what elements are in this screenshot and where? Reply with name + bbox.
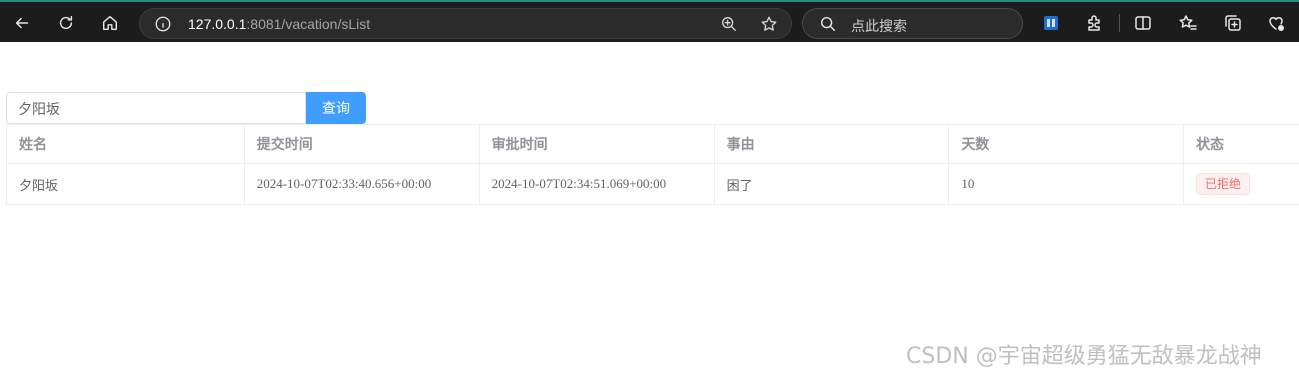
url-host: 127.0.0.1 [188, 16, 247, 32]
address-bar[interactable]: 127.0.0.1:8081/vacation/sList [139, 8, 792, 39]
toolbar-divider [1119, 14, 1120, 32]
csdn-watermark: CSDN @宇宙超级勇猛无敌暴龙战神 [906, 344, 1262, 369]
reader-icon [1044, 16, 1058, 30]
status-badge: 已拒绝 [1196, 173, 1251, 195]
reader-extension-button[interactable] [1041, 13, 1061, 33]
split-screen-button[interactable] [1133, 13, 1153, 33]
cell-days: 10 [948, 163, 1185, 205]
info-icon[interactable] [154, 15, 172, 33]
header-reason: 事由 [713, 124, 950, 164]
url-path: :8081/vacation/sList [246, 16, 371, 32]
arrow-left-icon [15, 17, 29, 29]
heart-pulse-icon [1269, 17, 1284, 31]
table-header-row: 姓名 提交时间 审批时间 事由 天数 状态 [6, 124, 1299, 164]
header-days: 天数 [948, 124, 1185, 164]
cell-name: 夕阳坂 [6, 163, 245, 205]
page-top-edge [0, 42, 1299, 48]
vacation-table: 姓名 提交时间 审批时间 事由 天数 状态 夕阳坂 2024-10-07T02:… [6, 124, 1299, 205]
cell-submit-time: 2024-10-07T02:33:40.656+00:00 [243, 163, 480, 205]
header-approve-time: 审批时间 [478, 124, 715, 164]
extensions-button[interactable] [1085, 13, 1105, 33]
home-button[interactable] [95, 8, 125, 38]
url-text[interactable]: 127.0.0.1:8081/vacation/sList [188, 16, 370, 32]
puzzle-icon [1088, 15, 1100, 31]
cell-approve-time: 2024-10-07T02:34:51.069+00:00 [478, 163, 715, 205]
search-icon [819, 15, 837, 33]
browser-toolbar: 127.0.0.1:8081/vacation/sList 点此搜索 [0, 0, 1299, 42]
header-name: 姓名 [6, 124, 245, 164]
home-icon [102, 15, 118, 31]
refresh-button[interactable] [51, 8, 81, 38]
query-button[interactable]: 查询 [306, 92, 366, 124]
cell-reason: 困了 [713, 163, 950, 205]
name-search-input[interactable]: 夕阳坂 [6, 92, 306, 124]
collections-button[interactable] [1223, 13, 1243, 33]
back-button[interactable] [7, 8, 37, 38]
favorites-list-icon [1179, 15, 1197, 30]
header-submit-time: 提交时间 [243, 124, 480, 164]
split-screen-icon [1135, 16, 1151, 30]
header-status: 状态 [1183, 124, 1299, 164]
browser-essentials-button[interactable] [1266, 13, 1286, 33]
table-row[interactable]: 夕阳坂 2024-10-07T02:33:40.656+00:00 2024-1… [6, 163, 1299, 205]
refresh-icon [59, 15, 73, 30]
zoom-icon[interactable] [720, 15, 738, 33]
favorite-star-icon[interactable] [760, 15, 778, 33]
search-placeholder: 点此搜索 [851, 19, 907, 35]
collections-icon [1225, 15, 1241, 31]
browser-search-box[interactable]: 点此搜索 [802, 8, 1023, 39]
cell-status: 已拒绝 [1183, 163, 1299, 205]
favorites-button[interactable] [1178, 13, 1198, 33]
